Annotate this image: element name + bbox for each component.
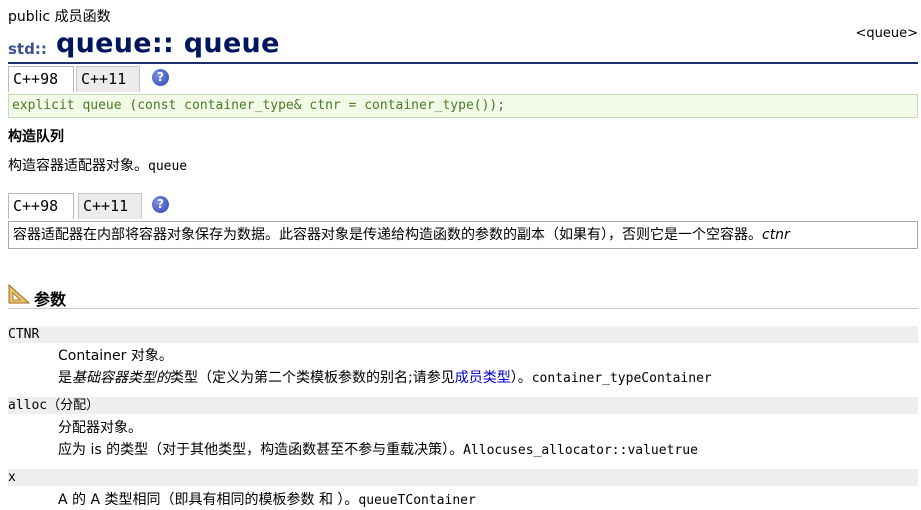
description-text: 构造容器适配器对象。 (8, 158, 148, 174)
parameters-divider (8, 308, 918, 309)
page-title-row: std:: queue:: queue <queue> (8, 26, 918, 62)
section-subheading: 构造队列 (8, 129, 64, 145)
info-text: 容器适配器在内部将容器对象保存为数据。此容器对象是传递给构造函数的参数的副本（如… (13, 227, 762, 243)
param-desc-line: 应为 is 的类型（对于其他类型，构造函数甚至不参与重载决策）。Allocuse… (58, 439, 698, 459)
title-divider (8, 62, 918, 64)
param-name-ctnr: CTNR (8, 326, 918, 343)
param-text: ）。 (510, 370, 532, 386)
tab-cpp98-top[interactable]: C++98 (8, 66, 74, 92)
param-desc-line: 是基础容器类型的类型（定义为第二个类模板参数的别名;请参见成员类型）。conta… (58, 367, 712, 387)
help-icon[interactable]: ? (152, 69, 169, 86)
param-name-alloc: alloc（分配） (8, 397, 918, 414)
param-code: Allocuses_allocator::valuetrue (463, 443, 698, 458)
help-icon-mid[interactable]: ? (152, 196, 169, 213)
tab-cpp11-mid[interactable]: C++11 (78, 193, 142, 219)
tab-cpp11-top[interactable]: C++11 (76, 66, 140, 92)
member-type-label: public 成员函数 (8, 9, 111, 25)
param-desc-line: 分配器对象。 (58, 420, 142, 436)
info-box: 容器适配器在内部将容器对象保存为数据。此容器对象是传递给构造函数的参数的副本（如… (8, 221, 918, 249)
param-text: 类型（定义为第二个类模板参数的别名;请参见 (170, 370, 455, 386)
param-desc-line: A 的 A 类型相同（即具有相同的模板参数 和 ）。queueTContaine… (58, 489, 476, 509)
param-name-suffix: （分配） (47, 398, 100, 413)
param-code: container_typeContainer (531, 371, 712, 386)
member-types-link[interactable]: 成员类型 (455, 370, 511, 386)
parameters-title: 参数 (34, 290, 67, 309)
param-text: 是 (58, 370, 72, 386)
parameters-header: 参数 (8, 284, 918, 310)
param-desc-line: Container 对象。 (58, 348, 173, 364)
param-name-code: alloc (8, 398, 48, 413)
param-text-italic: 基础容器类型的 (72, 370, 170, 386)
param-name-x: x (8, 469, 918, 486)
page-title: queue:: queue (56, 28, 280, 59)
description-line: 构造容器适配器对象。queue (8, 155, 187, 175)
constructor-signature: explicit queue (const container_type& ct… (8, 94, 918, 118)
title-namespace: std:: (8, 40, 47, 58)
param-text: 应为 is 的类型（对于其他类型，构造函数甚至不参与重载决策）。 (58, 442, 464, 458)
info-italic: ctnr (762, 227, 790, 243)
param-text: A 的 A 类型相同（即具有相同的模板参数 和 ）。 (58, 492, 359, 508)
description-code: queue (148, 159, 188, 174)
header-link[interactable]: <queue> (855, 26, 918, 41)
param-code: queueTContainer (358, 493, 476, 508)
tab-cpp98-mid[interactable]: C++98 (8, 193, 74, 219)
ruler-icon (8, 284, 30, 304)
